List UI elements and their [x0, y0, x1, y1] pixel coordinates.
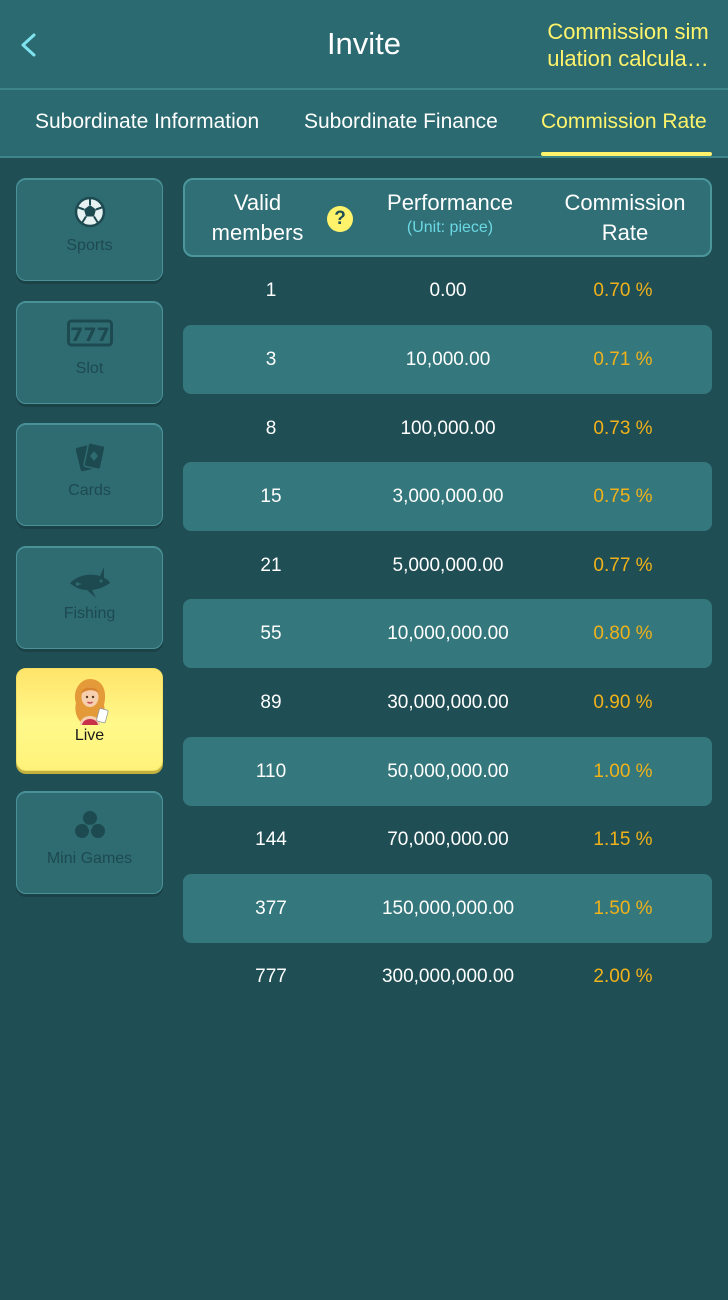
cell-performance: 10,000.00 — [405, 349, 491, 370]
calculator-link-line1: Commission sim — [547, 19, 709, 44]
cell-members: 3 — [265, 349, 277, 370]
playing-cards-icon — [75, 442, 106, 472]
cell-rate: 0.80 % — [593, 623, 653, 644]
cell-rate: 0.90 % — [593, 692, 653, 713]
cell-performance: 30,000,000.00 — [387, 692, 509, 713]
cell-members: 15 — [260, 486, 282, 507]
cell-members: 8 — [265, 418, 277, 439]
header-commission-rate: Commission Rate — [564, 190, 686, 245]
cell-performance: 5,000,000.00 — [392, 555, 504, 576]
cell-rate: 1.50 % — [593, 898, 653, 919]
table-row: 55 10,000,000.00 0.80 % — [183, 599, 712, 668]
category-label: Slot — [75, 360, 104, 377]
cell-performance: 50,000,000.00 — [387, 761, 509, 782]
cell-members: 21 — [260, 555, 282, 576]
cell-performance: 10,000,000.00 — [387, 623, 509, 644]
cell-performance: 3,000,000.00 — [392, 486, 504, 507]
cell-members: 144 — [255, 829, 287, 850]
category-label: Sports — [66, 237, 113, 254]
cell-performance: 100,000.00 — [400, 418, 496, 439]
category-cards[interactable]: Cards — [16, 423, 163, 526]
table-row: 21 5,000,000.00 0.77 % — [183, 531, 712, 600]
table-header: Valid members ? Performance (Unit: piece… — [183, 178, 712, 257]
category-label: Mini Games — [46, 850, 133, 867]
cell-rate: 0.77 % — [593, 555, 653, 576]
table-row: 8 100,000.00 0.73 % — [183, 394, 712, 463]
live-dealer-avatar-icon — [74, 679, 108, 725]
svg-text:777: 777 — [70, 324, 110, 346]
cell-rate: 0.75 % — [593, 486, 653, 507]
table-row: 110 50,000,000.00 1.00 % — [183, 737, 712, 806]
cell-performance: 0.00 — [429, 280, 467, 301]
table-row: 3 10,000.00 0.71 % — [183, 325, 712, 394]
tab-bar: Subordinate Information Subordinate Fina… — [0, 90, 728, 158]
table-row: 144 70,000,000.00 1.15 % — [183, 805, 712, 874]
cell-rate: 2.00 % — [593, 966, 653, 987]
chevron-left-icon — [21, 33, 36, 57]
cell-rate: 0.73 % — [593, 418, 653, 439]
cell-members: 55 — [260, 623, 282, 644]
back-button[interactable] — [14, 27, 44, 63]
table-row: 15 3,000,000.00 0.75 % — [183, 462, 712, 531]
cell-performance: 300,000,000.00 — [381, 966, 515, 987]
active-tab-indicator — [541, 152, 712, 156]
calculator-link-line2: ulation calcula… — [547, 46, 709, 71]
category-live[interactable]: Live — [16, 668, 163, 771]
category-mini-games[interactable]: Mini Games — [16, 791, 163, 894]
mini-games-icon — [74, 811, 105, 838]
shark-icon — [69, 567, 110, 598]
header-performance-label: Performance — [387, 190, 513, 215]
tab-commission-rate[interactable]: Commission Rate — [541, 90, 707, 156]
header-valid-members: Valid members — [211, 190, 304, 245]
table-row: 377 150,000,000.00 1.50 % — [183, 874, 712, 943]
table-row: 777 300,000,000.00 2.00 % — [183, 942, 712, 1011]
cell-rate: 0.70 % — [593, 280, 653, 301]
cell-rate: 1.15 % — [593, 829, 653, 850]
category-label: Live — [74, 727, 105, 744]
category-label: Cards — [68, 482, 111, 499]
tab-subordinate-finance[interactable]: Subordinate Finance — [304, 90, 498, 156]
table-row: 1 0.00 0.70 % — [183, 256, 712, 325]
category-fishing[interactable]: Fishing — [16, 546, 163, 649]
cell-members: 377 — [255, 898, 287, 919]
cell-performance: 150,000,000.00 — [381, 898, 515, 919]
tab-subordinate-information[interactable]: Subordinate Information — [35, 90, 259, 156]
header-performance: Performance (Unit: piece) — [355, 180, 545, 255]
cell-performance: 70,000,000.00 — [387, 829, 509, 850]
cell-rate: 1.00 % — [593, 761, 653, 782]
category-sports[interactable]: Sports — [16, 178, 163, 281]
cell-members: 89 — [260, 692, 282, 713]
commission-calculator-link[interactable]: Commission sim ulation calcula… — [538, 18, 718, 72]
top-bar: Invite Commission sim ulation calcula… — [0, 0, 728, 90]
table-row: 89 30,000,000.00 0.90 % — [183, 668, 712, 737]
cell-members: 1 — [265, 280, 277, 301]
header-performance-unit: (Unit: piece) — [406, 219, 494, 236]
cell-rate: 0.71 % — [593, 349, 653, 370]
help-icon[interactable]: ? — [327, 206, 353, 232]
slot-777-icon: 777 — [66, 319, 113, 347]
cell-members: 110 — [255, 761, 287, 782]
category-label: Fishing — [63, 605, 116, 622]
category-slot[interactable]: 777 Slot — [16, 301, 163, 404]
cell-members: 777 — [255, 966, 287, 987]
soccer-ball-icon — [74, 196, 105, 228]
